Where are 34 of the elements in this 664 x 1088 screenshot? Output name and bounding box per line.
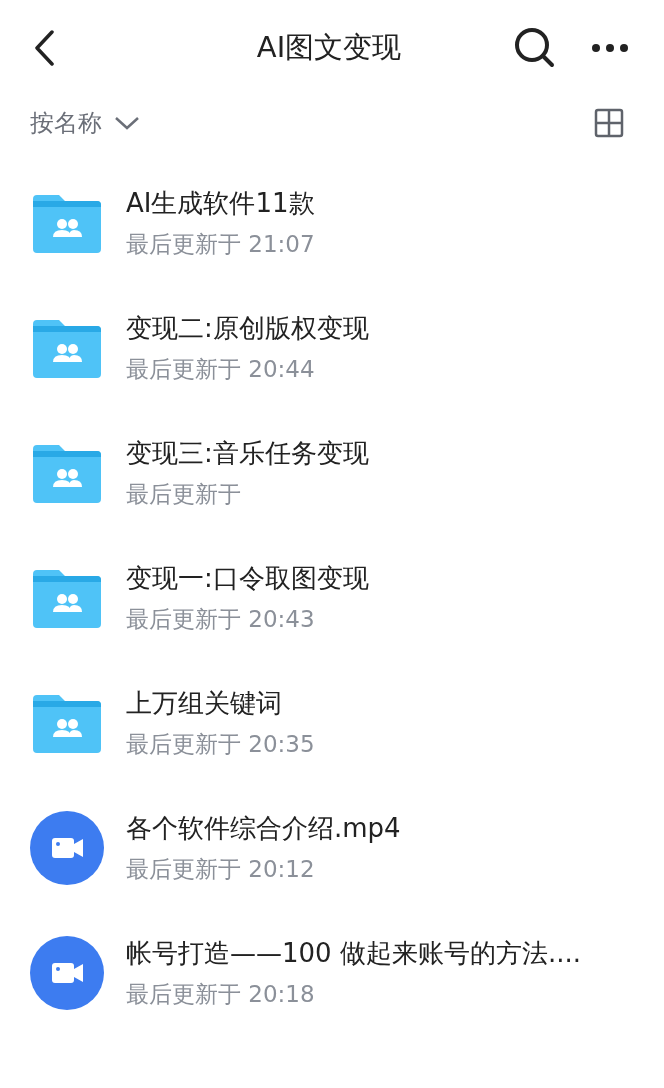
page-title: AI图文变现 (256, 28, 402, 66)
file-name: 各个软件综合介绍.mp4 (126, 811, 401, 845)
updated-time: 最后更新于 (126, 479, 242, 509)
file-row[interactable]: 上万组关键词 最后更新于 20:35 (0, 660, 664, 785)
file-row[interactable]: 帐号打造——100 做起来账号的方法.... 最后更新于 20:18 (0, 910, 664, 1035)
file-name: 变现一:口令取图变现 (126, 561, 369, 595)
file-name: 变现二:原创版权变现 (126, 311, 369, 345)
sort-button[interactable]: 按名称 (30, 104, 140, 141)
updated-time: 最后更新于 20:43 (126, 604, 316, 634)
more-button[interactable] (590, 41, 630, 54)
updated-time: 最后更新于 20:44 (126, 354, 316, 384)
updated-time: 最后更新于 20:18 (126, 979, 316, 1009)
shared-folder-icon (33, 442, 101, 503)
file-row[interactable]: 变现一:口令取图变现 最后更新于 20:43 (0, 535, 664, 660)
updated-time: 最后更新于 20:12 (126, 854, 316, 884)
video-camera-icon (30, 935, 104, 1010)
grid-view-button[interactable] (594, 107, 624, 138)
shared-folder-icon (33, 192, 101, 253)
shared-folder-icon (33, 317, 101, 378)
file-row[interactable]: 变现二:原创版权变现 最后更新于 20:44 (0, 285, 664, 410)
file-name: 帐号打造——100 做起来账号的方法.... (126, 936, 581, 970)
file-row[interactable]: 各个软件综合介绍.mp4 最后更新于 20:12 (0, 785, 664, 910)
chevron-down-icon (114, 114, 140, 131)
file-name: 变现三:音乐任务变现 (126, 436, 369, 470)
shared-folder-icon (33, 567, 101, 628)
video-camera-icon (30, 810, 104, 885)
file-row[interactable]: AI生成软件11款 最后更新于 21:07 (0, 160, 664, 285)
file-row[interactable]: 变现三:音乐任务变现 最后更新于 (0, 410, 664, 535)
shared-folder-icon (33, 692, 101, 753)
search-button[interactable] (514, 26, 556, 69)
file-name: AI生成软件11款 (126, 186, 315, 220)
file-name: 上万组关键词 (126, 686, 283, 720)
updated-time: 最后更新于 21:07 (126, 229, 315, 259)
updated-time: 最后更新于 20:35 (126, 729, 315, 759)
